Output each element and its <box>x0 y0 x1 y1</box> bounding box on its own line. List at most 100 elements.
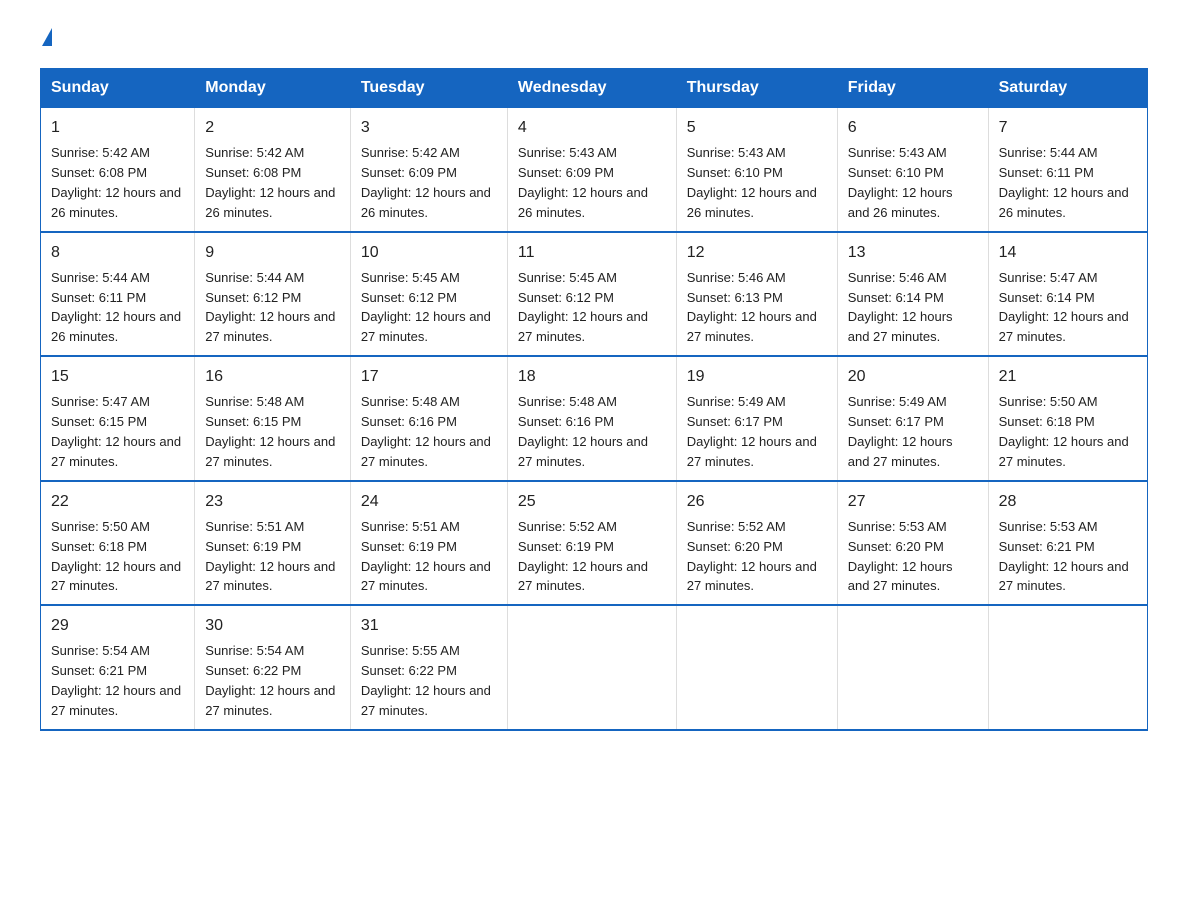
day-info: Sunrise: 5:45 AMSunset: 6:12 PMDaylight:… <box>361 270 491 345</box>
calendar-week-row: 8 Sunrise: 5:44 AMSunset: 6:11 PMDaylight… <box>41 232 1148 357</box>
calendar-cell: 18 Sunrise: 5:48 AMSunset: 6:16 PMDayligh… <box>507 356 676 481</box>
header-thursday: Thursday <box>676 69 837 108</box>
day-info: Sunrise: 5:42 AMSunset: 6:09 PMDaylight:… <box>361 145 491 220</box>
day-info: Sunrise: 5:43 AMSunset: 6:10 PMDaylight:… <box>687 145 817 220</box>
calendar-cell: 25 Sunrise: 5:52 AMSunset: 6:19 PMDayligh… <box>507 481 676 606</box>
calendar-cell: 3 Sunrise: 5:42 AMSunset: 6:09 PMDaylight… <box>350 108 507 232</box>
calendar-week-row: 15 Sunrise: 5:47 AMSunset: 6:15 PMDayligh… <box>41 356 1148 481</box>
day-info: Sunrise: 5:48 AMSunset: 6:16 PMDaylight:… <box>518 394 648 469</box>
day-number: 24 <box>361 490 497 513</box>
calendar-cell: 29Sunrise: 5:54 AMSunset: 6:21 PMDayligh… <box>41 605 195 730</box>
day-number: 13 <box>848 241 978 264</box>
day-number: 11 <box>518 241 666 264</box>
day-number: 15 <box>51 365 184 388</box>
calendar-cell: 11 Sunrise: 5:45 AMSunset: 6:12 PMDayligh… <box>507 232 676 357</box>
calendar-cell: 13Sunrise: 5:46 AMSunset: 6:14 PMDayligh… <box>837 232 988 357</box>
calendar-cell <box>676 605 837 730</box>
day-number: 26 <box>687 490 827 513</box>
calendar-header-row: SundayMondayTuesdayWednesdayThursdayFrid… <box>41 69 1148 108</box>
day-number: 2 <box>205 116 340 139</box>
calendar-cell: 26 Sunrise: 5:52 AMSunset: 6:20 PMDayligh… <box>676 481 837 606</box>
header-wednesday: Wednesday <box>507 69 676 108</box>
day-number: 1 <box>51 116 184 139</box>
day-info: Sunrise: 5:49 AMSunset: 6:17 PMDaylight:… <box>687 394 817 469</box>
calendar-cell <box>837 605 988 730</box>
day-info: Sunrise: 5:43 AMSunset: 6:10 PMDaylight:… <box>848 145 953 220</box>
day-info: Sunrise: 5:53 AMSunset: 6:20 PMDaylight:… <box>848 519 953 594</box>
day-number: 20 <box>848 365 978 388</box>
calendar-cell: 1 Sunrise: 5:42 AMSunset: 6:08 PMDaylight… <box>41 108 195 232</box>
calendar-cell: 19Sunrise: 5:49 AMSunset: 6:17 PMDayligh… <box>676 356 837 481</box>
day-info: Sunrise: 5:44 AMSunset: 6:12 PMDaylight:… <box>205 270 335 345</box>
calendar-cell: 31 Sunrise: 5:55 AMSunset: 6:22 PMDayligh… <box>350 605 507 730</box>
calendar-cell: 6 Sunrise: 5:43 AMSunset: 6:10 PMDaylight… <box>837 108 988 232</box>
day-info: Sunrise: 5:50 AMSunset: 6:18 PMDaylight:… <box>51 519 181 594</box>
day-number: 21 <box>999 365 1137 388</box>
day-number: 3 <box>361 116 497 139</box>
day-info: Sunrise: 5:44 AMSunset: 6:11 PMDaylight:… <box>51 270 181 345</box>
day-info: Sunrise: 5:55 AMSunset: 6:22 PMDaylight:… <box>361 643 491 718</box>
day-number: 22 <box>51 490 184 513</box>
calendar-cell <box>507 605 676 730</box>
day-info: Sunrise: 5:53 AMSunset: 6:21 PMDaylight:… <box>999 519 1129 594</box>
calendar-week-row: 22 Sunrise: 5:50 AMSunset: 6:18 PMDayligh… <box>41 481 1148 606</box>
day-number: 18 <box>518 365 666 388</box>
calendar-cell: 7 Sunrise: 5:44 AMSunset: 6:11 PMDaylight… <box>988 108 1147 232</box>
calendar-cell: 23 Sunrise: 5:51 AMSunset: 6:19 PMDayligh… <box>195 481 351 606</box>
calendar-cell: 27Sunrise: 5:53 AMSunset: 6:20 PMDayligh… <box>837 481 988 606</box>
day-info: Sunrise: 5:45 AMSunset: 6:12 PMDaylight:… <box>518 270 648 345</box>
day-info: Sunrise: 5:47 AMSunset: 6:15 PMDaylight:… <box>51 394 181 469</box>
calendar-cell: 10 Sunrise: 5:45 AMSunset: 6:12 PMDayligh… <box>350 232 507 357</box>
calendar-cell: 14 Sunrise: 5:47 AMSunset: 6:14 PMDayligh… <box>988 232 1147 357</box>
day-number: 6 <box>848 116 978 139</box>
day-number: 9 <box>205 241 340 264</box>
day-number: 25 <box>518 490 666 513</box>
calendar-week-row: 1 Sunrise: 5:42 AMSunset: 6:08 PMDaylight… <box>41 108 1148 232</box>
calendar-cell: 16 Sunrise: 5:48 AMSunset: 6:15 PMDayligh… <box>195 356 351 481</box>
day-info: Sunrise: 5:48 AMSunset: 6:16 PMDaylight:… <box>361 394 491 469</box>
calendar-cell: 2 Sunrise: 5:42 AMSunset: 6:08 PMDaylight… <box>195 108 351 232</box>
calendar-cell: 8 Sunrise: 5:44 AMSunset: 6:11 PMDaylight… <box>41 232 195 357</box>
day-number: 31 <box>361 614 497 637</box>
day-number: 16 <box>205 365 340 388</box>
day-number: 4 <box>518 116 666 139</box>
day-info: Sunrise: 5:43 AMSunset: 6:09 PMDaylight:… <box>518 145 648 220</box>
day-info: Sunrise: 5:49 AMSunset: 6:17 PMDaylight:… <box>848 394 953 469</box>
day-info: Sunrise: 5:47 AMSunset: 6:14 PMDaylight:… <box>999 270 1129 345</box>
day-info: Sunrise: 5:52 AMSunset: 6:19 PMDaylight:… <box>518 519 648 594</box>
calendar-cell: 5 Sunrise: 5:43 AMSunset: 6:10 PMDaylight… <box>676 108 837 232</box>
day-info: Sunrise: 5:46 AMSunset: 6:13 PMDaylight:… <box>687 270 817 345</box>
day-number: 28 <box>999 490 1137 513</box>
day-number: 14 <box>999 241 1137 264</box>
calendar-cell: 30 Sunrise: 5:54 AMSunset: 6:22 PMDayligh… <box>195 605 351 730</box>
day-number: 5 <box>687 116 827 139</box>
day-info: Sunrise: 5:52 AMSunset: 6:20 PMDaylight:… <box>687 519 817 594</box>
day-number: 23 <box>205 490 340 513</box>
day-number: 10 <box>361 241 497 264</box>
day-info: Sunrise: 5:48 AMSunset: 6:15 PMDaylight:… <box>205 394 335 469</box>
day-info: Sunrise: 5:44 AMSunset: 6:11 PMDaylight:… <box>999 145 1129 220</box>
day-info: Sunrise: 5:51 AMSunset: 6:19 PMDaylight:… <box>361 519 491 594</box>
page-header <box>40 30 1148 48</box>
calendar-cell: 28 Sunrise: 5:53 AMSunset: 6:21 PMDayligh… <box>988 481 1147 606</box>
calendar-table: SundayMondayTuesdayWednesdayThursdayFrid… <box>40 68 1148 731</box>
day-info: Sunrise: 5:42 AMSunset: 6:08 PMDaylight:… <box>205 145 335 220</box>
day-info: Sunrise: 5:54 AMSunset: 6:22 PMDaylight:… <box>205 643 335 718</box>
logo <box>40 30 52 48</box>
header-sunday: Sunday <box>41 69 195 108</box>
day-info: Sunrise: 5:42 AMSunset: 6:08 PMDaylight:… <box>51 145 181 220</box>
header-monday: Monday <box>195 69 351 108</box>
logo-triangle-icon <box>42 28 52 46</box>
day-info: Sunrise: 5:51 AMSunset: 6:19 PMDaylight:… <box>205 519 335 594</box>
day-info: Sunrise: 5:54 AMSunset: 6:21 PMDaylight:… <box>51 643 181 718</box>
day-number: 8 <box>51 241 184 264</box>
header-friday: Friday <box>837 69 988 108</box>
calendar-cell: 21Sunrise: 5:50 AMSunset: 6:18 PMDayligh… <box>988 356 1147 481</box>
day-number: 7 <box>999 116 1137 139</box>
calendar-cell: 4 Sunrise: 5:43 AMSunset: 6:09 PMDaylight… <box>507 108 676 232</box>
calendar-cell: 17Sunrise: 5:48 AMSunset: 6:16 PMDayligh… <box>350 356 507 481</box>
calendar-week-row: 29Sunrise: 5:54 AMSunset: 6:21 PMDayligh… <box>41 605 1148 730</box>
day-number: 30 <box>205 614 340 637</box>
calendar-cell: 24 Sunrise: 5:51 AMSunset: 6:19 PMDayligh… <box>350 481 507 606</box>
calendar-cell: 12Sunrise: 5:46 AMSunset: 6:13 PMDayligh… <box>676 232 837 357</box>
